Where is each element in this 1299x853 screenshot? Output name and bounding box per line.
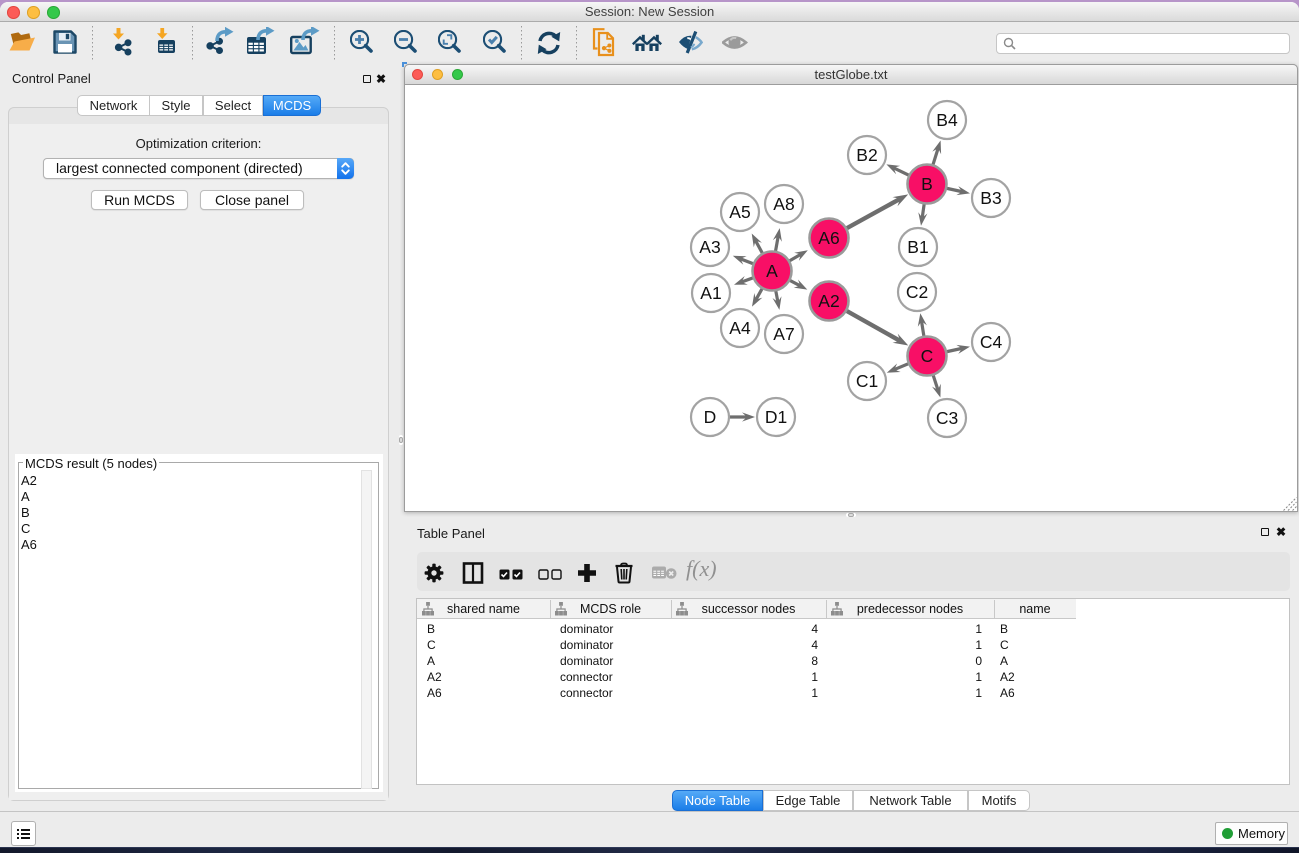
svg-text:B: B [921,174,933,194]
svg-text:A: A [766,261,778,281]
svg-text:A2: A2 [818,291,839,311]
svg-text:B4: B4 [936,110,958,130]
svg-text:A6: A6 [818,228,839,248]
svg-text:B2: B2 [856,145,877,165]
svg-text:C1: C1 [856,371,878,391]
svg-text:C: C [921,346,934,366]
svg-text:A3: A3 [699,237,720,257]
svg-text:A8: A8 [773,194,794,214]
svg-text:C3: C3 [936,408,958,428]
svg-text:D1: D1 [765,407,787,427]
svg-text:D: D [704,407,717,427]
svg-text:A7: A7 [773,324,794,344]
svg-text:A1: A1 [700,283,721,303]
svg-text:C2: C2 [906,282,928,302]
svg-text:A5: A5 [729,202,750,222]
svg-text:C4: C4 [980,332,1003,352]
svg-text:B1: B1 [907,237,928,257]
svg-text:A4: A4 [729,318,751,338]
svg-text:B3: B3 [980,188,1001,208]
